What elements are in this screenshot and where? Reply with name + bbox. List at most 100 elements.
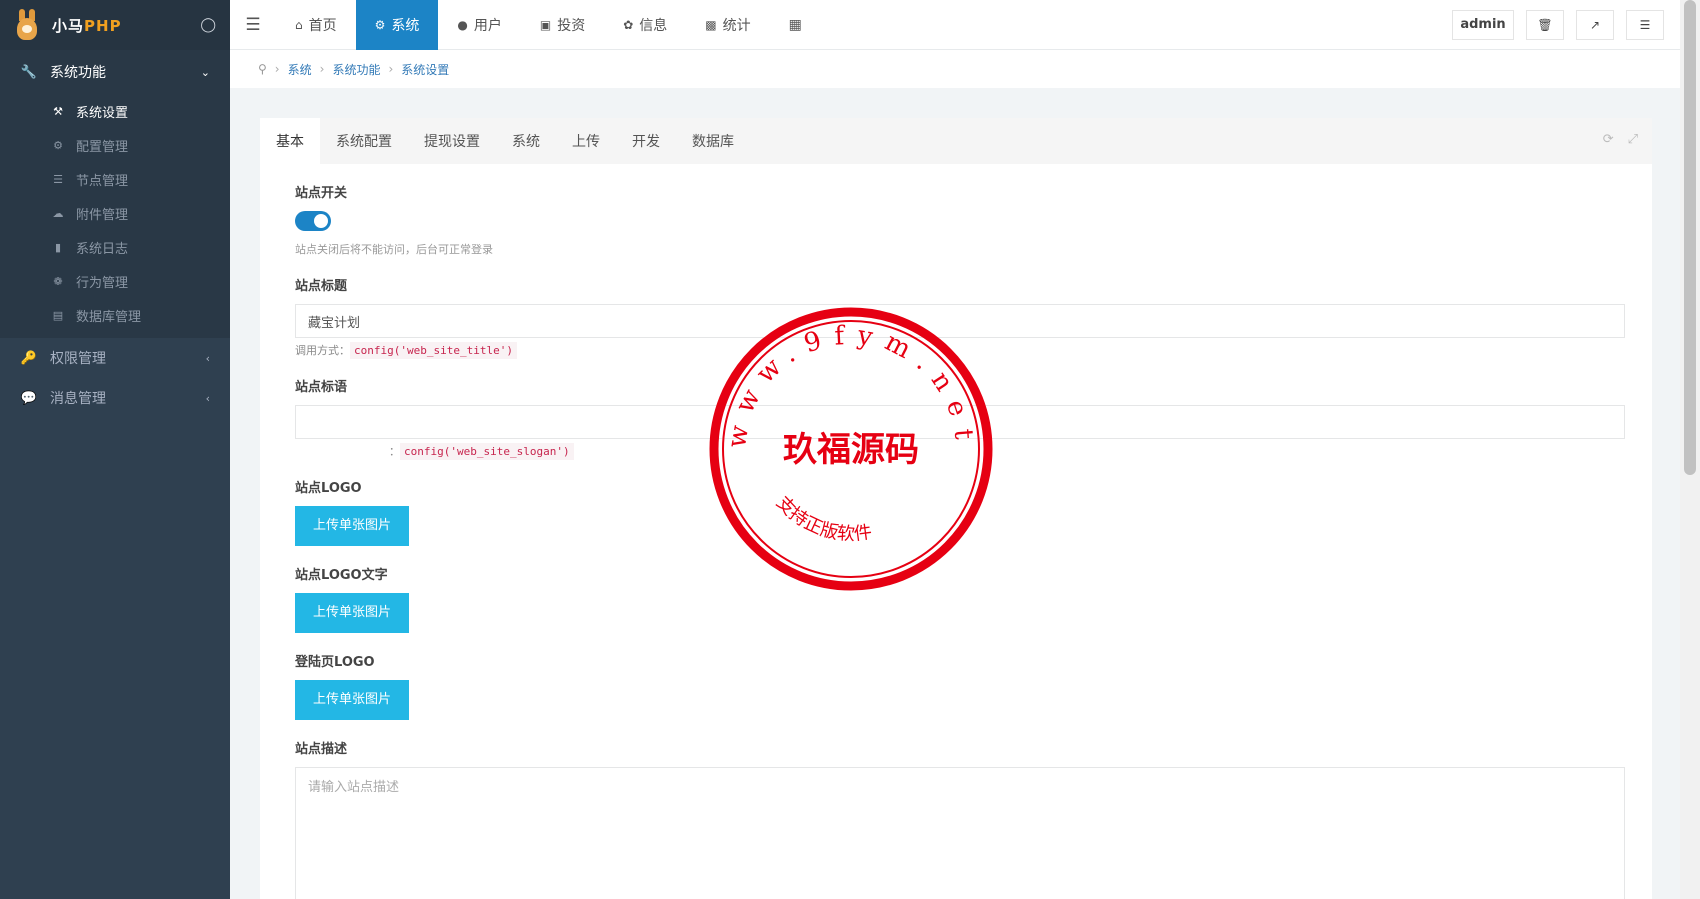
tab-system-config[interactable]: 系统配置 [320,118,408,164]
sidebar-item-label: 系统设置 [76,105,129,121]
sidebar-group-label: 消息管理 [50,391,106,407]
brand-name: 小马PHP [52,16,122,35]
settings-form: 站点开关 站点关闭后将不能访问，后台可正常登录 站点标题 藏宝计划 调用方式： c… [260,164,1652,899]
nav-label: 统计 [722,17,751,34]
theme-drop-icon[interactable]: ◯ [200,17,216,33]
scrollbar-thumb[interactable] [1684,0,1696,475]
nav-label: 信息 [639,17,668,34]
usage-hint: ： config('web_site_slogan') [295,443,1617,460]
bar-chart-icon: ▩ [705,17,717,32]
site-switch-toggle[interactable] [295,211,331,231]
usage-prefix: 调用方式： [295,344,350,357]
nav-label: 系统 [391,17,420,34]
sidebar-group-system[interactable]: 🔧 系统功能 ⌄ [0,50,230,94]
sidebar-item-config[interactable]: ⚙ 配置管理 [0,128,230,162]
field-site-switch: 站点开关 站点关闭后将不能访问，后台可正常登录 [295,182,1617,257]
sidebar-item-label: 行为管理 [76,275,129,291]
sidebar-item-database[interactable]: ▤ 数据库管理 [0,298,230,332]
key-icon: 🔑 [20,350,38,366]
map-marker-icon: ⚲ [258,62,267,76]
field-site-title: 站点标题 藏宝计划 调用方式： config('web_site_title') [295,275,1625,359]
menu-toggle-icon[interactable]: ☰ [230,15,276,35]
logo-icon [14,9,40,41]
nav-system[interactable]: ⚙ 系统 [355,0,439,50]
sidebar-item-actions[interactable]: ❁ 行为管理 [0,264,230,298]
field-site-slogan: 站点标语 ： config('web_site_slogan') [295,376,1625,460]
site-title-input[interactable]: 藏宝计划 [295,304,1625,338]
usage-hint: 调用方式： config('web_site_title') [295,342,1617,359]
system-submenu: ⚒ 系统设置 ⚙ 配置管理 ☰ 节点管理 ☁ 附件管理 ▮ 系统日志 ❁ 行为管理 ▤ 数据库… [0,94,230,338]
user-icon: ● [457,17,468,32]
nav-invest[interactable]: ▣ 投资 [521,0,604,50]
site-desc-textarea[interactable]: 请输入站点描述 [295,767,1625,899]
refresh-icon[interactable]: ⟳ [1603,132,1614,147]
trash-icon[interactable]: 🗑 [1526,9,1564,40]
breadcrumb-separator: › [274,62,280,76]
switch-knob [314,214,328,228]
upload-login-logo-button[interactable]: 上传单张图片 [295,680,409,720]
help-text: 站点关闭后将不能访问，后台可正常登录 [295,243,493,256]
breadcrumb-current[interactable]: 系统设置 [401,61,449,78]
sidebar-item-label: 附件管理 [76,207,129,223]
field-label: 站点描述 [295,742,348,757]
wrench-icon: ⚒ [53,104,63,118]
logo-bar: 小马PHP ◯ [0,0,230,50]
nav-label: 用户 [473,17,502,34]
breadcrumb-separator: › [319,62,325,76]
field-login-logo: 登陆页LOGO 上传单张图片 [295,651,1617,720]
tab-database[interactable]: 数据库 [676,118,750,164]
external-link-icon[interactable]: ↗ [1576,9,1614,40]
fullscreen-icon[interactable]: ⤢ [1628,132,1638,147]
usage-code: config('web_site_slogan') [400,443,574,460]
usage-code: config('web_site_title') [350,342,517,359]
breadcrumb-link[interactable]: 系统 [288,61,312,78]
field-site-logo: 站点LOGO 上传单张图片 [295,477,1617,546]
cloud-upload-icon: ☁ [52,206,64,220]
sidebar-item-attachments[interactable]: ☁ 附件管理 [0,196,230,230]
database-icon: ▤ [52,308,64,322]
field-label: 站点标题 [295,279,348,294]
sidebar-group-label: 系统功能 [50,65,106,81]
tab-withdraw[interactable]: 提现设置 [408,118,496,164]
field-label: 站点LOGO文字 [295,568,388,583]
list-icon: ☰ [53,172,63,186]
sidebar-item-logs[interactable]: ▮ 系统日志 [0,230,230,264]
sidebar-item-nodes[interactable]: ☰ 节点管理 [0,162,230,196]
upload-logo-button[interactable]: 上传单张图片 [295,506,409,546]
gear-icon: ⚙ [374,17,386,32]
page-scrollbar[interactable] [1680,0,1700,899]
tab-develop[interactable]: 开发 [616,118,676,164]
tab-system[interactable]: 系统 [496,118,556,164]
briefcase-icon: ▣ [539,17,552,32]
sidebar-group-permissions[interactable]: 🔑 权限管理 ‹ [0,338,230,378]
nav-info[interactable]: ✿ 信息 [604,0,686,50]
sidebar-item-label: 节点管理 [76,173,129,189]
nav-label: 首页 [308,17,337,34]
nav-stats[interactable]: ▩ 统计 [686,0,769,50]
chevron-down-icon: ⌄ [200,65,210,79]
wrench-icon: 🔧 [20,64,38,80]
avatar[interactable]: admin [1452,9,1514,40]
top-right-tools: admin 🗑 ↗ ☰ [1452,9,1680,40]
nav-user[interactable]: ● 用户 [438,0,520,50]
breadcrumb-separator: › [388,62,394,76]
tasks-icon[interactable]: ☰ [1626,9,1664,40]
nav-home[interactable]: ⌂ 首页 [276,0,356,50]
upload-logo-text-button[interactable]: 上传单张图片 [295,593,409,633]
top-navbar: ☰ ⌂ 首页 ⚙ 系统 ● 用户 ▣ 投资 ✿ 信息 ▩ 统计 ▦ admin 🗑 ↗ ☰ [230,0,1680,50]
field-label: 站点开关 [295,186,348,201]
sidebar-item-label: 系统日志 [76,241,129,257]
field-label: 站点LOGO [295,481,362,496]
bug-icon: ❁ [53,274,63,288]
sidebar-item-system-settings[interactable]: ⚒ 系统设置 [0,94,230,128]
field-site-logo-text: 站点LOGO文字 上传单张图片 [295,564,1617,633]
apps-grid-icon[interactable]: ▦ [770,0,821,50]
chevron-left-icon: ‹ [205,391,210,405]
settings-panel: 基本 系统配置 提现设置 系统 上传 开发 数据库 ⟳ ⤢ 站点开关 站点关闭后… [260,118,1652,899]
sidebar-group-messages[interactable]: 💬 消息管理 ‹ [0,378,230,418]
tab-upload[interactable]: 上传 [556,118,616,164]
breadcrumb-link[interactable]: 系统功能 [332,61,380,78]
usage-prefix: ： [389,445,400,458]
tab-basic[interactable]: 基本 [260,118,320,164]
site-slogan-input[interactable] [295,405,1625,439]
